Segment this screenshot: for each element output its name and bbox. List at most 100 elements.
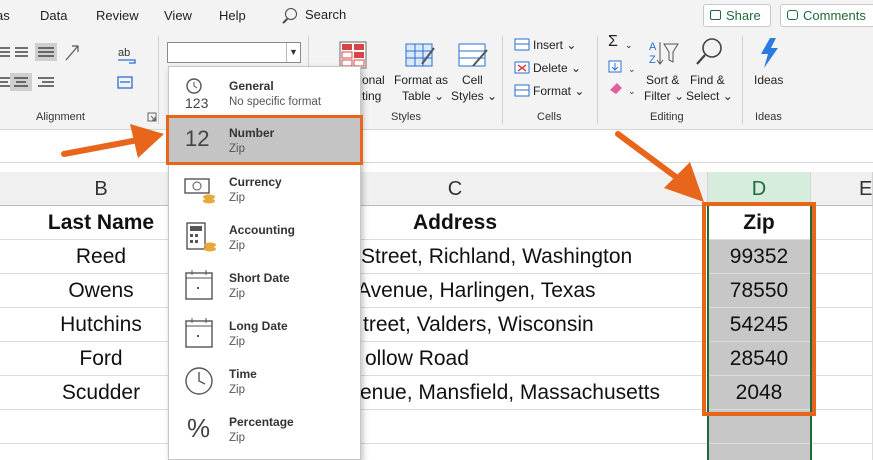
option-title: General [229, 79, 274, 93]
option-subtitle: Zip [229, 288, 245, 300]
option-title: Time [229, 367, 257, 381]
find-select-label[interactable]: Find & [690, 72, 725, 88]
menu-item-help[interactable]: Help [219, 8, 246, 23]
format-button[interactable]: Format ⌄ [533, 83, 584, 99]
menu-item-review[interactable]: Review [96, 8, 139, 23]
zip-cell[interactable]: 2048 [708, 376, 811, 410]
option-subtitle: Zip [229, 192, 245, 204]
format-as-table-label-2[interactable]: Table ⌄ [402, 88, 444, 104]
empty-cell[interactable] [811, 342, 873, 376]
menu-item-view[interactable]: View [164, 8, 192, 23]
share-button[interactable]: Share [703, 4, 771, 27]
sort-filter-label[interactable]: Sort & [646, 72, 679, 88]
currency-icon [184, 178, 215, 204]
number-format-icon: 12 [185, 126, 210, 151]
option-title: Accounting [229, 223, 295, 237]
format-as-table-label[interactable]: Format as [394, 72, 448, 88]
ribbon-separator [597, 36, 598, 124]
cell-styles-label-2[interactable]: Styles ⌄ [451, 88, 497, 104]
ideas-icon[interactable] [756, 36, 782, 70]
calendar-icon [185, 318, 213, 348]
format-option-general[interactable]: 123 General No specific format [169, 69, 360, 117]
conditional-formatting-label[interactable]: onal [362, 72, 385, 88]
empty-zip-cell[interactable] [708, 410, 811, 444]
empty-zip-cell[interactable] [708, 444, 811, 460]
styles-group-label: Styles [391, 111, 421, 123]
wrap-merge-icons[interactable]: ab [115, 43, 145, 93]
ribbon-separator [502, 36, 503, 124]
autosum-chevron-icon[interactable]: ⌄ [625, 37, 633, 53]
empty-cell[interactable] [811, 444, 873, 460]
sort-filter-label-2[interactable]: Filter ⌄ [644, 88, 684, 104]
cells-group-label: Cells [537, 111, 562, 123]
format-option-currency[interactable]: Currency Zip [169, 165, 360, 213]
option-subtitle: Zip [229, 143, 245, 155]
chevron-down-icon[interactable]: ▼ [286, 43, 300, 62]
find-select-icon[interactable] [694, 36, 726, 68]
header-cell-zip[interactable]: Zip [708, 206, 811, 240]
insert-button[interactable]: Insert ⌄ [533, 37, 576, 53]
number-format-combobox[interactable]: ▼ [167, 42, 301, 63]
svg-text:ab: ab [118, 47, 130, 59]
share-icon [710, 10, 721, 20]
menu-item-data[interactable]: Data [40, 8, 67, 23]
format-option-number[interactable]: 12 Number Zip [166, 115, 363, 165]
ideas-group-label: Ideas [755, 111, 782, 123]
svg-text:123: 123 [185, 95, 209, 109]
cell-styles-icon[interactable] [457, 40, 489, 70]
zip-cell[interactable]: 28540 [708, 342, 811, 376]
editing-group-label: Editing [650, 111, 684, 123]
format-as-table-icon[interactable] [404, 40, 436, 70]
empty-cell[interactable] [811, 240, 873, 274]
option-title: Percentage [229, 415, 294, 429]
annotation-arrow-right [615, 131, 704, 202]
format-option-percentage[interactable]: % Percentage Zip [169, 405, 360, 453]
zip-cell[interactable]: 78550 [708, 274, 811, 308]
empty-cell[interactable] [811, 410, 873, 444]
format-option-time[interactable]: Time Zip [169, 357, 360, 405]
sort-filter-icon[interactable]: A Z [648, 38, 682, 68]
column-header-e[interactable]: E [811, 172, 873, 206]
zip-cell[interactable]: 54245 [708, 308, 811, 342]
find-select-label-2[interactable]: Select ⌄ [686, 88, 733, 104]
conditional-formatting-label-2[interactable]: ting [362, 88, 381, 104]
option-subtitle: Zip [229, 336, 245, 348]
option-subtitle: No specific format [229, 96, 322, 108]
option-title: Currency [229, 175, 282, 189]
cells-icons [514, 38, 530, 97]
accounting-icon [186, 222, 216, 252]
delete-button[interactable]: Delete ⌄ [533, 60, 581, 76]
option-subtitle: Zip [229, 384, 245, 396]
annotation-arrow-left [61, 124, 164, 158]
column-header-d[interactable]: D [708, 172, 811, 206]
ideas-label[interactable]: Ideas [754, 72, 783, 88]
calendar-icon [185, 270, 213, 300]
zip-cell[interactable]: 99352 [708, 240, 811, 274]
option-title: Short Date [229, 271, 290, 285]
option-subtitle: Zip [229, 432, 245, 444]
menu-item-formulas[interactable]: as [0, 8, 10, 23]
share-label: Share [726, 8, 761, 23]
svg-text:⌄: ⌄ [628, 64, 636, 74]
format-option-accounting[interactable]: Accounting Zip [169, 213, 360, 261]
percent-icon: % [187, 413, 211, 443]
ribbon-separator [158, 36, 159, 124]
empty-cell[interactable] [811, 376, 873, 410]
fill-clear-icons[interactable]: ⌄⌄ [608, 60, 638, 100]
alignment-icons[interactable]: ab [0, 40, 100, 100]
autosum-icon[interactable]: Σ [608, 34, 618, 50]
ribbon-separator [742, 36, 743, 124]
general-format-icon: 123 [185, 78, 209, 109]
comments-button[interactable]: Comments [780, 4, 873, 27]
search-box[interactable]: Search [285, 7, 346, 22]
svg-text:A: A [649, 41, 657, 53]
empty-cell[interactable] [811, 206, 873, 240]
svg-text:⌄: ⌄ [628, 86, 636, 96]
empty-cell[interactable] [811, 308, 873, 342]
format-option-long-date[interactable]: Long Date Zip [169, 309, 360, 357]
format-option-short-date[interactable]: Short Date Zip [169, 261, 360, 309]
cell-styles-label[interactable]: Cell [462, 72, 483, 88]
option-subtitle: Zip [229, 240, 245, 252]
search-label: Search [305, 7, 347, 22]
empty-cell[interactable] [811, 274, 873, 308]
